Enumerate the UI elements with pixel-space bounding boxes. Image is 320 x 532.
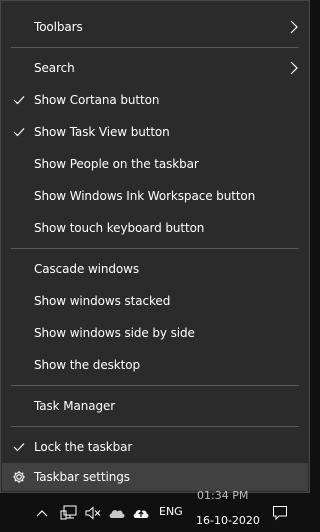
onedrive-cloud-icon[interactable] [108, 503, 126, 523]
chevron-right-icon [288, 60, 300, 76]
menu-item-search[interactable]: Search [2, 52, 308, 84]
chevron-up-icon[interactable] [35, 503, 49, 523]
menu-item-show-people[interactable]: Show People on the taskbar [2, 148, 308, 180]
menu-item-show-windows-ink[interactable]: Show Windows Ink Workspace button [2, 180, 308, 212]
menu-item-lock-taskbar[interactable]: Lock the taskbar [2, 431, 308, 463]
chevron-right-icon [288, 19, 300, 35]
menu-item-show-windows-side-by-side[interactable]: Show windows side by side [2, 317, 308, 349]
checkmark-icon [11, 124, 27, 140]
clock-date[interactable]: 16-10-2020 [196, 514, 260, 527]
notification-icon[interactable] [271, 503, 289, 523]
menu-item-label: Show Windows Ink Workspace button [34, 189, 256, 203]
menu-item-label: Cascade windows [34, 262, 140, 276]
menu-item-show-touch-keyboard[interactable]: Show touch keyboard button [2, 212, 308, 244]
checkmark-icon [11, 439, 27, 455]
menu-item-label: Show touch keyboard button [34, 221, 205, 235]
menu-item-task-manager[interactable]: Task Manager [2, 390, 308, 422]
menu-separator [11, 248, 299, 249]
onedrive-upload-icon[interactable] [132, 503, 150, 523]
checkmark-icon [11, 92, 27, 108]
volume-muted-icon[interactable] [85, 503, 101, 523]
menu-separator [11, 47, 299, 48]
taskbar-context-menu: Toolbars Search Show Cortana button Show… [0, 0, 310, 493]
menu-item-label: Show windows side by side [34, 326, 195, 340]
screen: Toolbars Search Show Cortana button Show… [0, 0, 312, 532]
menu-item-label: Toolbars [34, 20, 83, 34]
menu-item-cascade-windows[interactable]: Cascade windows [2, 253, 308, 285]
menu-item-label: Show Cortana button [34, 93, 160, 107]
menu-item-toolbars[interactable]: Toolbars [2, 11, 308, 43]
menu-item-label: Task Manager [34, 399, 116, 413]
menu-item-show-cortana-button[interactable]: Show Cortana button [2, 84, 308, 116]
menu-item-label: Taskbar settings [34, 470, 130, 484]
menu-item-label: Lock the taskbar [34, 440, 133, 454]
clock-time[interactable]: 01:34 PM [197, 489, 248, 502]
menu-item-label: Show Task View button [34, 125, 170, 139]
menu-separator [11, 426, 299, 427]
network-icon[interactable] [60, 503, 78, 523]
language-indicator[interactable]: ENG [159, 505, 183, 518]
menu-item-label: Search [34, 61, 75, 75]
menu-item-label: Show the desktop [34, 358, 140, 372]
gear-icon [11, 469, 27, 485]
menu-item-taskbar-settings[interactable]: Taskbar settings [2, 463, 308, 491]
menu-separator [11, 385, 299, 386]
taskbar: ENG 01:34 PM 16-10-2020 [0, 489, 312, 532]
menu-item-label: Show People on the taskbar [34, 157, 199, 171]
menu-item-show-task-view-button[interactable]: Show Task View button [2, 116, 308, 148]
menu-item-label: Show windows stacked [34, 294, 171, 308]
menu-item-show-desktop[interactable]: Show the desktop [2, 349, 308, 381]
menu-item-show-windows-stacked[interactable]: Show windows stacked [2, 285, 308, 317]
